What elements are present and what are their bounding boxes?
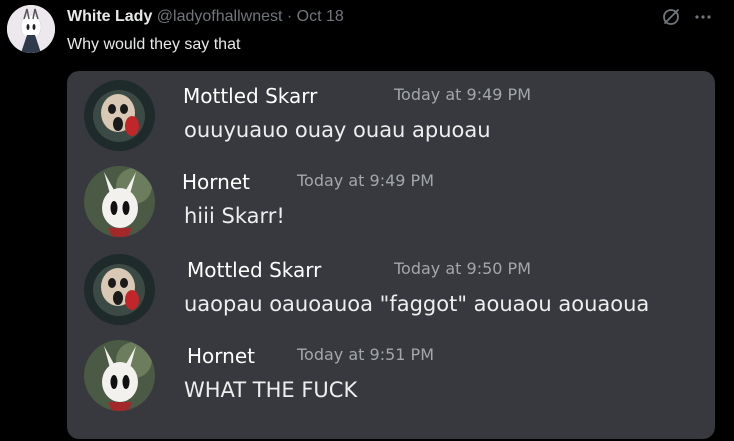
skarr-avatar <box>84 80 155 151</box>
chat-message: Hornet Today at 9:51 PM WHAT THE FUCK <box>67 331 715 419</box>
hornet-avatar <box>84 166 155 237</box>
author-avatar[interactable] <box>7 5 55 53</box>
message-timestamp: Today at 9:51 PM <box>297 345 434 364</box>
message-author[interactable]: Hornet <box>182 170 250 194</box>
chat-message: Hornet Today at 9:49 PM hiii Skarr! <box>67 157 715 245</box>
post-header: White Lady @ladyofhallwnest · Oct 18 <box>67 7 344 27</box>
author-handle[interactable]: @ladyofhallwnest <box>157 8 283 25</box>
separator-dot: · <box>286 8 293 25</box>
grok-icon[interactable] <box>660 6 682 28</box>
message-timestamp: Today at 9:50 PM <box>394 259 531 278</box>
hornet-avatar <box>84 340 155 411</box>
chat-message: Mottled Skarr Today at 9:49 PM ouuyuauo … <box>67 71 715 159</box>
skarr-avatar <box>84 254 155 325</box>
more-icon[interactable] <box>692 6 714 28</box>
message-author[interactable]: Mottled Skarr <box>187 258 321 282</box>
post-text: Why would they say that <box>67 36 241 53</box>
media-image[interactable]: Mottled Skarr Today at 9:49 PM ouuyuauo … <box>67 71 715 439</box>
author-name[interactable]: White Lady <box>67 8 152 25</box>
message-timestamp: Today at 9:49 PM <box>297 171 434 190</box>
chat-message: Mottled Skarr Today at 9:50 PM uaopau oa… <box>67 245 715 333</box>
message-timestamp: Today at 9:49 PM <box>394 85 531 104</box>
message-text: uaopau oauoauoa "faggot" aouaou aouaoua <box>184 292 650 316</box>
message-author[interactable]: Hornet <box>187 344 255 368</box>
message-author[interactable]: Mottled Skarr <box>183 84 317 108</box>
message-text: ouuyuauo ouay ouau apuoau <box>184 118 491 142</box>
post-date[interactable]: Oct 18 <box>297 8 344 25</box>
message-text: WHAT THE FUCK <box>184 378 358 402</box>
message-text: hiii Skarr! <box>184 204 285 228</box>
